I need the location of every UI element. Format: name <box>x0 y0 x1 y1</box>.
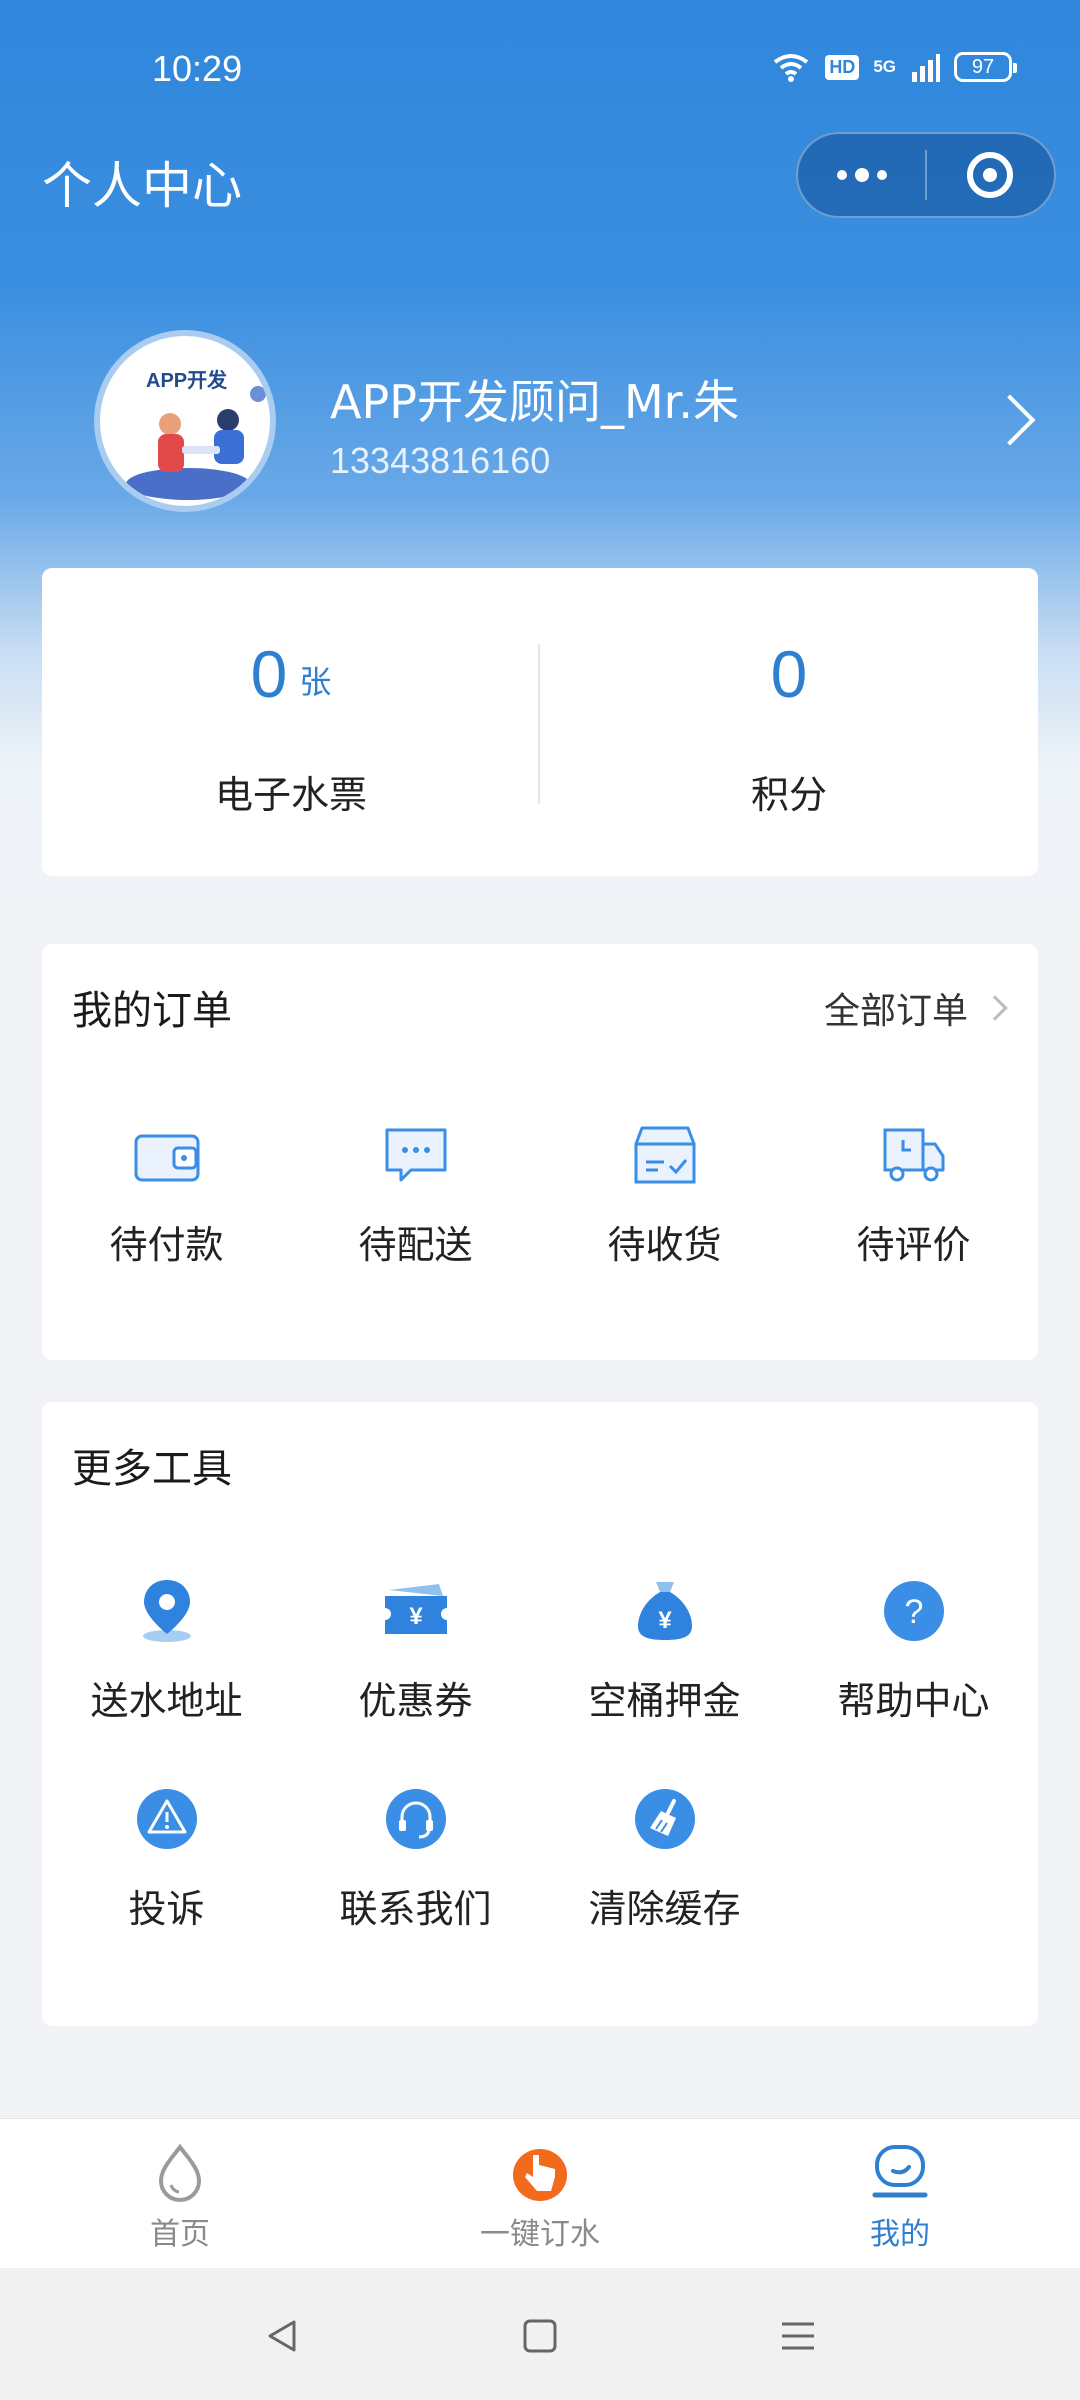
svg-text:¥: ¥ <box>409 1603 423 1630</box>
section-title: 更多工具 <box>72 1446 232 1492</box>
mini-program-capsule <box>796 132 1056 218</box>
target-icon <box>967 152 1014 198</box>
menu-lines-icon <box>782 2322 814 2350</box>
profile-icon <box>872 2145 928 2198</box>
wallet-icon <box>134 1134 199 1182</box>
home-square-icon <box>523 2319 557 2353</box>
back-button[interactable] <box>252 2306 312 2366</box>
more-button[interactable] <box>798 132 925 218</box>
truck-icon <box>883 1128 944 1182</box>
order-pending-delivery[interactable]: 待配送 <box>291 1120 540 1269</box>
chevron-right-icon <box>982 995 1008 1021</box>
network-type: 5G <box>873 57 896 76</box>
tap-hand-icon <box>513 2149 567 2201</box>
stat-label: 积分 <box>750 773 827 817</box>
chat-bubble-icon <box>385 1128 446 1182</box>
location-pin-icon <box>142 1580 191 1642</box>
order-pending-receipt[interactable]: 待收货 <box>540 1120 789 1269</box>
box-icon <box>634 1126 695 1184</box>
bottom-tab-bar: 首页 一键订水 我的 <box>0 2118 1080 2268</box>
tool-coupons[interactable]: ¥ 优惠券 <box>291 1576 540 1725</box>
more-tools-card: 更多工具 送水地址 ¥ 优惠券 ¥ 空桶押金 ? 帮助中心 投诉 联系我们 清除… <box>42 1402 1038 2026</box>
status-time: 10:29 <box>152 48 243 89</box>
points-stat[interactable]: 0 积分 <box>540 568 1038 876</box>
tab-order-water[interactable]: 一键订水 <box>360 2119 720 2269</box>
tab-label: 一键订水 <box>480 2217 600 2252</box>
stats-card: 0张 电子水票 0 积分 <box>42 568 1038 876</box>
tab-home[interactable]: 首页 <box>0 2119 360 2269</box>
tool-label: 送水地址 <box>90 1679 243 1723</box>
my-orders-card: 我的订单 全部订单 待付款 待配送 待收货 待评价 <box>42 944 1038 1360</box>
more-dots-icon <box>836 168 887 182</box>
tab-label: 首页 <box>150 2217 210 2252</box>
profile-header[interactable]: APP开发 APP开发顾问_Mr.朱 13343816160 <box>0 330 1080 520</box>
tool-label: 清除缓存 <box>588 1887 741 1931</box>
tool-label: 空桶押金 <box>588 1679 741 1723</box>
avatar-illustration <box>126 386 266 500</box>
order-label: 待收货 <box>607 1223 722 1267</box>
coupon-icon: ¥ <box>384 1584 447 1634</box>
section-title: 我的订单 <box>72 988 232 1034</box>
order-label: 待付款 <box>109 1223 224 1267</box>
tool-delivery-address[interactable]: 送水地址 <box>42 1576 291 1725</box>
tool-complaint[interactable]: 投诉 <box>42 1784 291 1933</box>
stat-label: 电子水票 <box>214 773 367 817</box>
tool-label: 帮助中心 <box>837 1679 990 1723</box>
order-pending-payment[interactable]: 待付款 <box>42 1120 291 1269</box>
menu-button[interactable] <box>768 2306 828 2366</box>
stat-value: 0 <box>770 637 808 711</box>
broom-icon <box>634 1789 695 1849</box>
all-orders-label: 全部订单 <box>823 991 968 1032</box>
tool-label: 优惠券 <box>358 1679 473 1723</box>
tool-clear-cache[interactable]: 清除缓存 <box>540 1784 789 1933</box>
headset-icon <box>385 1789 446 1849</box>
user-name: APP开发顾问_Mr.朱 <box>330 375 739 429</box>
tab-label: 我的 <box>870 2217 930 2252</box>
status-icons: HD 5G 97 <box>771 52 1017 82</box>
water-ticket-stat[interactable]: 0张 电子水票 <box>42 568 540 876</box>
order-label: 待评价 <box>856 1223 971 1267</box>
avatar[interactable]: APP开发 <box>94 330 276 512</box>
money-bag-icon: ¥ <box>637 1582 692 1640</box>
system-navigation-bar <box>0 2268 1080 2400</box>
page-title: 个人中心 <box>42 157 242 215</box>
svg-text:?: ? <box>904 1593 923 1631</box>
tool-help-center[interactable]: ? 帮助中心 <box>789 1576 1038 1725</box>
back-triangle-icon <box>268 2320 296 2352</box>
user-phone: 13343816160 <box>330 440 551 481</box>
stat-value: 0张 <box>250 637 332 711</box>
order-pending-review[interactable]: 待评价 <box>789 1120 1038 1269</box>
tool-label: 联系我们 <box>339 1887 492 1931</box>
tool-bucket-deposit[interactable]: ¥ 空桶押金 <box>540 1576 789 1725</box>
tool-label: 投诉 <box>128 1887 205 1931</box>
order-label: 待配送 <box>358 1223 473 1267</box>
hd-badge: HD <box>825 54 860 80</box>
tab-mine[interactable]: 我的 <box>720 2119 1080 2269</box>
battery-indicator: 97 <box>954 52 1017 82</box>
all-orders-link[interactable]: 全部订单 <box>823 982 1008 1034</box>
signal-icon <box>912 54 940 82</box>
warning-icon <box>136 1789 197 1849</box>
water-drop-icon <box>158 2143 202 2202</box>
chevron-right-icon[interactable] <box>984 394 1036 446</box>
close-button[interactable] <box>927 132 1054 218</box>
question-icon: ? <box>883 1581 944 1641</box>
svg-text:¥: ¥ <box>658 1607 672 1634</box>
status-bar: 10:29 HD 5G 97 <box>0 0 1080 140</box>
tool-contact-us[interactable]: 联系我们 <box>291 1784 540 1933</box>
wifi-icon <box>774 54 809 82</box>
stat-unit: 张 <box>299 663 332 700</box>
home-button[interactable] <box>510 2306 570 2366</box>
